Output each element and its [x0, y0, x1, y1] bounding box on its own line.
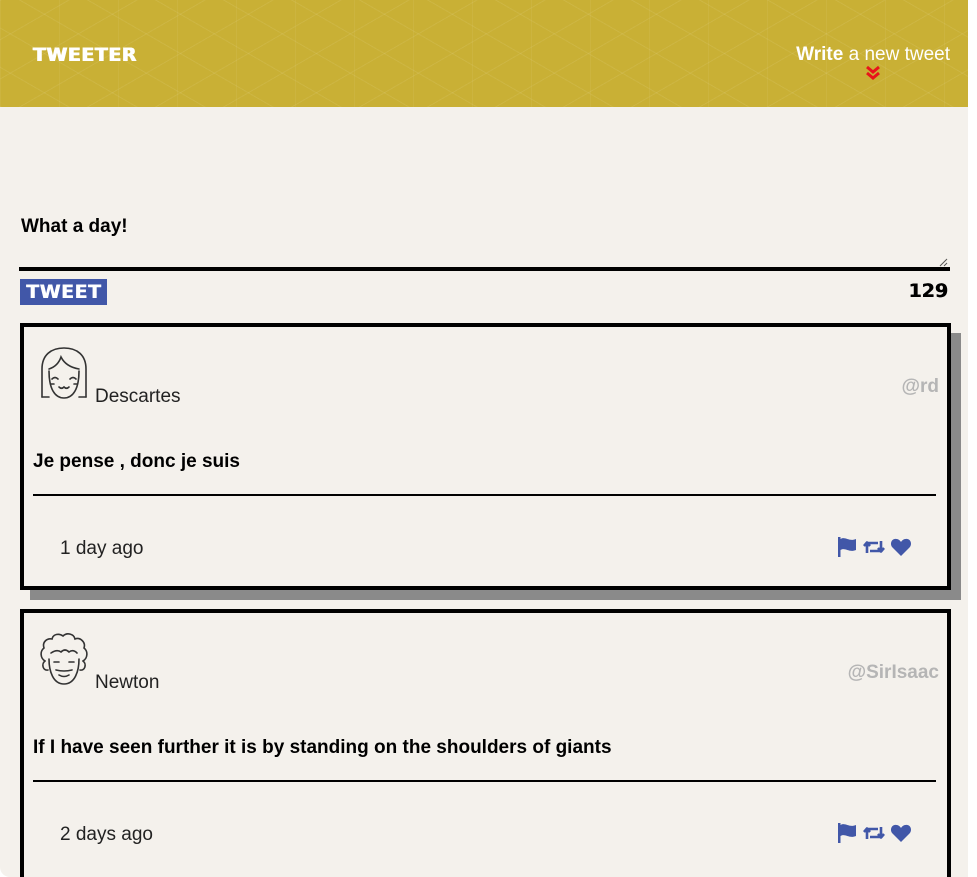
- top-nav: TWEETER Write a new tweet: [0, 0, 968, 107]
- resize-grip-icon[interactable]: [938, 257, 948, 267]
- tweet-card: Descartes @rd Je pense , donc je suis 1 …: [20, 323, 951, 590]
- write-new-tweet-toggle[interactable]: Write a new tweet: [796, 44, 950, 81]
- textarea-underline: [19, 267, 950, 271]
- tweet-divider: [33, 780, 936, 782]
- heart-icon[interactable]: [889, 821, 913, 845]
- tweet-actions: [835, 535, 913, 559]
- tweet-content: Je pense , donc je suis: [33, 451, 240, 472]
- author-handle: @SirIsaac: [847, 662, 939, 683]
- write-label: Write: [796, 44, 844, 65]
- app-page: TWEETER Write a new tweet What a day! TW…: [0, 0, 968, 877]
- girl-avatar-icon: [41, 347, 87, 399]
- retweet-icon[interactable]: [862, 821, 886, 845]
- flag-icon[interactable]: [835, 821, 859, 845]
- double-chevron-down-icon: [866, 65, 881, 80]
- tweet-timestamp: 2 days ago: [60, 824, 153, 845]
- tweet-actions: [835, 821, 913, 845]
- tweet-timestamp: 1 day ago: [60, 538, 144, 559]
- tweet-content: If I have seen further it is by standing…: [33, 737, 612, 758]
- author-handle: @rd: [901, 376, 939, 397]
- tweet-divider: [33, 494, 936, 496]
- heart-icon[interactable]: [889, 535, 913, 559]
- flag-icon[interactable]: [835, 535, 859, 559]
- retweet-icon[interactable]: [862, 535, 886, 559]
- author-name: Newton: [95, 672, 160, 693]
- author-name: Descartes: [95, 386, 181, 407]
- new-tweet-label: a new tweet: [843, 44, 950, 65]
- tweet-button[interactable]: TWEET: [20, 279, 108, 305]
- brand-logo[interactable]: TWEETER: [33, 44, 137, 66]
- tweet-textarea[interactable]: What a day!: [21, 216, 941, 238]
- tweet-card: Newton @SirIsaac If I have seen further …: [20, 609, 951, 877]
- window-scrollbar[interactable]: [968, 0, 977, 877]
- character-counter: 129: [908, 280, 948, 302]
- curly-hair-avatar-icon: [40, 633, 88, 685]
